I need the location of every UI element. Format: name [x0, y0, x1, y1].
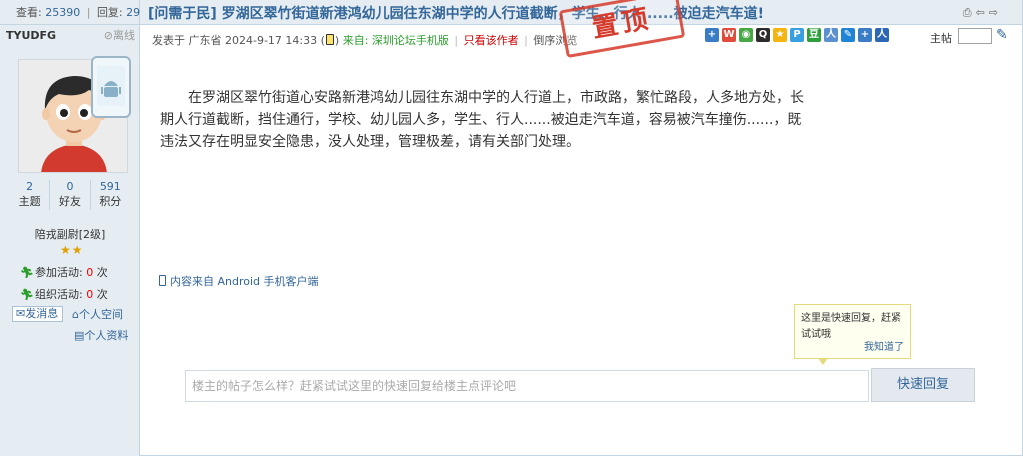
- points-value: 591: [99, 180, 121, 193]
- author-name[interactable]: TYUDFG: [6, 29, 56, 42]
- mobile-icon: (): [320, 34, 340, 47]
- source-link[interactable]: 内容来自 Android 手机客户端: [159, 273, 319, 289]
- points-label: 积分: [99, 195, 122, 208]
- floor-label: 主帖: [930, 32, 952, 45]
- post-client[interactable]: 来自: 深圳论坛手机版: [343, 34, 449, 47]
- print-icon[interactable]: ⎙: [963, 6, 976, 19]
- android-icon: [97, 66, 125, 106]
- personal-space-label: 个人空间: [78, 308, 123, 321]
- home-icon: ⌂: [72, 308, 79, 321]
- joined-activities: 🏃︎参加活动: 0 次: [20, 264, 108, 280]
- share-qq-icon[interactable]: Q: [756, 28, 770, 42]
- replies-label: 回复:: [96, 6, 123, 19]
- tooltip-arrow: [818, 358, 828, 365]
- meta-separator: |: [524, 34, 528, 47]
- floor-jump-input[interactable]: [958, 28, 992, 44]
- organized-activities: 🏃︎组织活动: 0 次: [20, 286, 108, 302]
- replies-count: 29: [126, 6, 141, 19]
- personal-space-link[interactable]: ⌂个人空间: [72, 306, 123, 322]
- run-icon: 🏃︎: [20, 266, 34, 279]
- offline-status: ⊘离线: [104, 25, 135, 47]
- star-icon: ★: [71, 243, 84, 257]
- next-icon[interactable]: ⇨: [989, 6, 1002, 19]
- quick-reply-input[interactable]: 楼主的帖子怎么样？赶紧试试这里的快速回复给楼主点评论吧: [185, 370, 869, 402]
- meta-separator: |: [454, 34, 459, 47]
- share-qzone-icon[interactable]: ★: [773, 28, 787, 42]
- threads-count[interactable]: 2 主题: [10, 180, 49, 210]
- share-weibo-icon[interactable]: W: [722, 28, 736, 42]
- user-counts: 2 主题 0 好友 591 积分: [10, 180, 130, 210]
- personal-profile-link[interactable]: ▤个人资料: [74, 327, 128, 343]
- author-sidebar: 查看: 25390 | 回复: 29 TYUDFG ⊘离线 2 主题 0 好友 …: [0, 0, 140, 456]
- send-message-label: 发消息: [25, 307, 59, 320]
- points-count[interactable]: 591 积分: [89, 180, 130, 210]
- activity-unit: 次: [96, 266, 108, 279]
- quick-reply-tooltip: 这里是快速回复，赶紧试试哦 我知道了: [794, 304, 911, 359]
- post-meta: 发表于 广东省 2024-9-17 14:33 () 来自: 深圳论坛手机版 |…: [152, 32, 577, 48]
- share-plus-icon[interactable]: +: [705, 28, 719, 42]
- star-icon: ★: [60, 243, 72, 257]
- activity-label: 组织活动:: [34, 288, 83, 301]
- only-author-link[interactable]: 只看该作者: [464, 34, 519, 47]
- title-tools: ⎙⇦⇨: [963, 6, 1002, 20]
- post-body: 在罗湖区翠竹街道心安路新港鸿幼儿园往东湖中学的人行道上，市政路，繁忙路段，人多地…: [160, 90, 804, 150]
- share-renren-icon[interactable]: 人: [824, 28, 838, 42]
- activity-count: 0: [86, 288, 94, 301]
- quick-reply-button[interactable]: 快速回复: [871, 368, 975, 402]
- post-date: 发表于 广东省 2024-9-17 14:33: [152, 34, 318, 47]
- go-icon[interactable]: ✎: [996, 27, 1008, 43]
- source-label: 内容来自 Android 手机客户端: [170, 275, 319, 288]
- mobile-device-badge: [91, 56, 131, 118]
- user-rank[interactable]: 陪戎副尉[2级]: [0, 226, 140, 242]
- phone-icon: [159, 275, 166, 286]
- share-icons: + W ◉ Q ★ P 豆 人 ✎ + 人: [705, 28, 889, 42]
- views-label: 查看:: [16, 6, 42, 19]
- mail-icon: ✉: [16, 307, 26, 320]
- post-stats: 查看: 25390 | 回复: 29: [0, 0, 141, 25]
- activity-unit: 次: [96, 288, 108, 301]
- share-more-icon[interactable]: +: [858, 28, 872, 42]
- rank-stars: ★★: [60, 243, 84, 257]
- send-message-button[interactable]: ✉发消息: [12, 306, 64, 322]
- share-wechat-icon[interactable]: ◉: [739, 28, 753, 42]
- share-kaixin-icon[interactable]: ✎: [841, 28, 855, 42]
- profile-icon: ▤: [74, 329, 85, 342]
- threads-label: 主题: [18, 195, 41, 208]
- friends-value: 0: [66, 180, 74, 193]
- personal-profile-label: 个人资料: [84, 329, 129, 342]
- share-tencent-icon[interactable]: P: [790, 28, 804, 42]
- views-count: 25390: [45, 6, 81, 19]
- friends-count[interactable]: 0 好友: [49, 180, 89, 210]
- share-people-icon[interactable]: 人: [875, 28, 889, 42]
- offline-label: 离线: [113, 29, 135, 42]
- author-row: TYUDFG ⊘离线: [0, 25, 139, 47]
- status-icon: ⊘: [103, 29, 113, 42]
- stats-separator: |: [86, 6, 91, 19]
- tooltip-text: 这里是快速回复，赶紧试试哦: [801, 313, 901, 340]
- prev-icon[interactable]: ⇦: [976, 6, 989, 19]
- friends-label: 好友: [58, 195, 81, 208]
- activity-label: 参加活动:: [34, 266, 83, 279]
- activity-count: 0: [86, 266, 94, 279]
- share-douban-icon[interactable]: 豆: [807, 28, 821, 42]
- tooltip-dismiss-link[interactable]: 我知道了: [864, 340, 904, 356]
- threads-value: 2: [26, 180, 34, 193]
- run-icon: 🏃︎: [20, 288, 34, 301]
